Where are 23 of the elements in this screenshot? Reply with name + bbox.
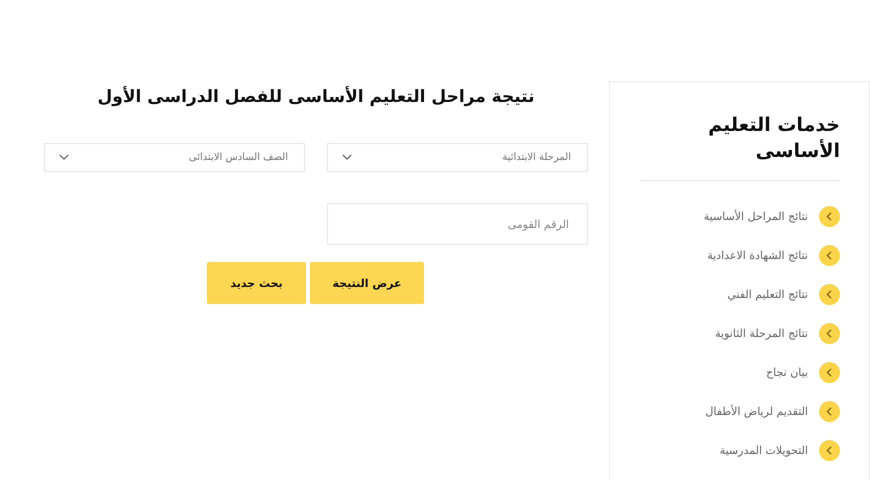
chevron-icon xyxy=(819,322,840,344)
chevron-icon xyxy=(819,362,840,382)
sidebar-link[interactable]: التحويلات المدرسية xyxy=(640,439,840,461)
dropdown-select[interactable]: الصف السادس الابتدائى xyxy=(44,143,305,172)
sidebar-link[interactable]: التقديم لرياض الأطفال xyxy=(640,400,840,422)
chevron-icon xyxy=(819,244,840,266)
national-id-field[interactable]: الرقم القومى xyxy=(327,203,588,245)
caret-icon xyxy=(59,154,69,161)
chevron-icon xyxy=(819,206,840,226)
sidebar-link[interactable]: نتائج الشهادة الاعدادية xyxy=(640,244,840,266)
dropdown-select[interactable]: المرحلة الابتدائية xyxy=(327,143,588,172)
caret-icon xyxy=(342,154,352,161)
page-title: نتيجة مراحل التعليم الأساسى للفصل الدراسى الأول xyxy=(96,85,536,109)
chevron-icon xyxy=(819,440,840,460)
action-button[interactable]: بحث جديد xyxy=(207,262,306,304)
chevron-icon xyxy=(819,284,840,304)
sidebar-link[interactable]: نتائج المرحلة الثانوية xyxy=(640,322,840,344)
sidebar-link[interactable]: نتائج التعليم الفني xyxy=(640,283,840,305)
sidebar-link[interactable]: نتائج المراحل الأساسية xyxy=(640,205,840,227)
sidebar-link[interactable]: بيان نجاح xyxy=(640,361,840,383)
action-button[interactable]: عرض النتيجة xyxy=(310,262,424,304)
chevron-icon xyxy=(819,400,840,422)
sidebar-title: خدمات التعليم الأساسى xyxy=(707,113,840,164)
